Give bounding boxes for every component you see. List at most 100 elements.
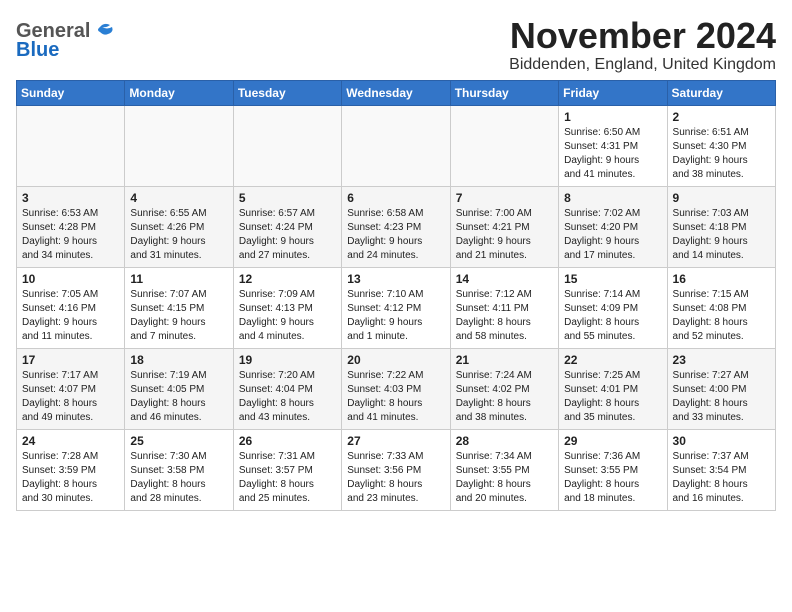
calendar-cell: 2Sunrise: 6:51 AM Sunset: 4:30 PM Daylig… (667, 105, 775, 186)
calendar-cell: 17 Sunrise: 7:17 AM Sunset: 4:07 PM Dayli… (17, 348, 125, 429)
day-info: Sunrise: 7:05 AM Sunset: 4:16 PM Dayligh… (22, 289, 98, 342)
day-number: 7 (456, 191, 553, 205)
calendar-cell: 21 Sunrise: 7:24 AM Sunset: 4:02 PM Dayli… (450, 348, 558, 429)
day-info: Sunrise: 7:02 AM Sunset: 4:20 PM Dayligh… (564, 208, 640, 261)
day-number: 20 (347, 353, 444, 367)
day-number: 3 (22, 191, 119, 205)
day-number: 12 (239, 272, 336, 286)
calendar-cell (125, 105, 233, 186)
calendar-cell: 6 Sunrise: 6:58 AM Sunset: 4:23 PM Daylig… (342, 186, 450, 267)
calendar-cell: 23 Sunrise: 7:27 AM Sunset: 4:00 PM Dayli… (667, 348, 775, 429)
calendar-cell: 19Sunrise: 7:20 AM Sunset: 4:04 PM Dayli… (233, 348, 341, 429)
day-info: Sunrise: 7:30 AM Sunset: 3:58 PM Dayligh… (130, 451, 206, 504)
day-info: Sunrise: 7:33 AM Sunset: 3:56 PM Dayligh… (347, 451, 423, 504)
calendar-week-4: 17 Sunrise: 7:17 AM Sunset: 4:07 PM Dayli… (17, 348, 776, 429)
calendar-cell (450, 105, 558, 186)
day-number: 14 (456, 272, 553, 286)
day-number: 24 (22, 434, 119, 448)
day-info: Sunrise: 7:24 AM Sunset: 4:02 PM Dayligh… (456, 370, 532, 423)
calendar-cell: 20 Sunrise: 7:22 AM Sunset: 4:03 PM Dayli… (342, 348, 450, 429)
day-header-sunday: Sunday (17, 80, 125, 105)
calendar-table: SundayMondayTuesdayWednesdayThursdayFrid… (16, 80, 776, 511)
day-number: 16 (673, 272, 770, 286)
calendar-cell: 27Sunrise: 7:33 AM Sunset: 3:56 PM Dayli… (342, 429, 450, 510)
calendar-cell (17, 105, 125, 186)
calendar-week-3: 10 Sunrise: 7:05 AM Sunset: 4:16 PM Dayli… (17, 267, 776, 348)
header: General Blue November 2024 Biddenden, En… (16, 16, 776, 74)
day-number: 9 (673, 191, 770, 205)
calendar-header-row: SundayMondayTuesdayWednesdayThursdayFrid… (17, 80, 776, 105)
day-header-monday: Monday (125, 80, 233, 105)
day-number: 4 (130, 191, 227, 205)
calendar-cell: 15 Sunrise: 7:14 AM Sunset: 4:09 PM Dayli… (559, 267, 667, 348)
day-number: 23 (673, 353, 770, 367)
day-number: 19 (239, 353, 336, 367)
calendar-cell: 9 Sunrise: 7:03 AM Sunset: 4:18 PM Daylig… (667, 186, 775, 267)
day-info: Sunrise: 7:07 AM Sunset: 4:15 PM Dayligh… (130, 289, 206, 342)
day-number: 15 (564, 272, 661, 286)
logo: General Blue (16, 20, 114, 62)
day-info: Sunrise: 6:57 AM Sunset: 4:24 PM Dayligh… (239, 208, 315, 261)
day-number: 26 (239, 434, 336, 448)
day-info: Sunrise: 7:22 AM Sunset: 4:03 PM Dayligh… (347, 370, 423, 423)
calendar-cell: 26 Sunrise: 7:31 AM Sunset: 3:57 PM Dayli… (233, 429, 341, 510)
day-header-saturday: Saturday (667, 80, 775, 105)
day-number: 8 (564, 191, 661, 205)
day-number: 28 (456, 434, 553, 448)
day-number: 29 (564, 434, 661, 448)
calendar-cell: 11 Sunrise: 7:07 AM Sunset: 4:15 PM Dayli… (125, 267, 233, 348)
calendar-cell: 8 Sunrise: 7:02 AM Sunset: 4:20 PM Daylig… (559, 186, 667, 267)
calendar-cell: 14 Sunrise: 7:12 AM Sunset: 4:11 PM Dayli… (450, 267, 558, 348)
day-number: 18 (130, 353, 227, 367)
month-title: November 2024 (509, 16, 776, 56)
calendar-cell (342, 105, 450, 186)
calendar-cell: 3 Sunrise: 6:53 AM Sunset: 4:28 PM Daylig… (17, 186, 125, 267)
day-info: Sunrise: 7:34 AM Sunset: 3:55 PM Dayligh… (456, 451, 532, 504)
calendar-cell: 7 Sunrise: 7:00 AM Sunset: 4:21 PM Daylig… (450, 186, 558, 267)
logo-bird-icon (92, 22, 114, 42)
day-info: Sunrise: 6:58 AM Sunset: 4:23 PM Dayligh… (347, 208, 423, 261)
day-number: 5 (239, 191, 336, 205)
calendar-cell: 29 Sunrise: 7:36 AM Sunset: 3:55 PM Dayli… (559, 429, 667, 510)
calendar-cell (233, 105, 341, 186)
day-info: Sunrise: 7:36 AM Sunset: 3:55 PM Dayligh… (564, 451, 640, 504)
day-info: Sunrise: 6:50 AM Sunset: 4:31 PM Dayligh… (564, 127, 640, 180)
day-info: Sunrise: 7:17 AM Sunset: 4:07 PM Dayligh… (22, 370, 98, 423)
day-header-friday: Friday (559, 80, 667, 105)
day-info: Sunrise: 6:55 AM Sunset: 4:26 PM Dayligh… (130, 208, 206, 261)
day-info: Sunrise: 7:12 AM Sunset: 4:11 PM Dayligh… (456, 289, 532, 342)
calendar-cell: 12 Sunrise: 7:09 AM Sunset: 4:13 PM Dayli… (233, 267, 341, 348)
calendar-cell: 28 Sunrise: 7:34 AM Sunset: 3:55 PM Dayli… (450, 429, 558, 510)
day-number: 17 (22, 353, 119, 367)
day-number: 21 (456, 353, 553, 367)
calendar-cell: 13Sunrise: 7:10 AM Sunset: 4:12 PM Dayli… (342, 267, 450, 348)
day-info: Sunrise: 7:31 AM Sunset: 3:57 PM Dayligh… (239, 451, 315, 504)
day-number: 22 (564, 353, 661, 367)
day-info: Sunrise: 6:53 AM Sunset: 4:28 PM Dayligh… (22, 208, 98, 261)
day-info: Sunrise: 7:37 AM Sunset: 3:54 PM Dayligh… (673, 451, 749, 504)
day-info: Sunrise: 7:09 AM Sunset: 4:13 PM Dayligh… (239, 289, 315, 342)
day-info: Sunrise: 7:27 AM Sunset: 4:00 PM Dayligh… (673, 370, 749, 423)
day-info: Sunrise: 7:14 AM Sunset: 4:09 PM Dayligh… (564, 289, 640, 342)
day-info: Sunrise: 7:15 AM Sunset: 4:08 PM Dayligh… (673, 289, 749, 342)
calendar-week-2: 3 Sunrise: 6:53 AM Sunset: 4:28 PM Daylig… (17, 186, 776, 267)
calendar-cell: 24 Sunrise: 7:28 AM Sunset: 3:59 PM Dayli… (17, 429, 125, 510)
day-number: 30 (673, 434, 770, 448)
day-info: Sunrise: 7:10 AM Sunset: 4:12 PM Dayligh… (347, 289, 423, 342)
day-info: Sunrise: 7:19 AM Sunset: 4:05 PM Dayligh… (130, 370, 206, 423)
calendar-cell: 4 Sunrise: 6:55 AM Sunset: 4:26 PM Daylig… (125, 186, 233, 267)
day-info: Sunrise: 7:03 AM Sunset: 4:18 PM Dayligh… (673, 208, 749, 261)
calendar-cell: 5 Sunrise: 6:57 AM Sunset: 4:24 PM Daylig… (233, 186, 341, 267)
day-info: Sunrise: 7:28 AM Sunset: 3:59 PM Dayligh… (22, 451, 98, 504)
day-header-wednesday: Wednesday (342, 80, 450, 105)
calendar-cell: 10 Sunrise: 7:05 AM Sunset: 4:16 PM Dayli… (17, 267, 125, 348)
day-info: Sunrise: 7:00 AM Sunset: 4:21 PM Dayligh… (456, 208, 532, 261)
day-number: 10 (22, 272, 119, 286)
calendar-cell: 22Sunrise: 7:25 AM Sunset: 4:01 PM Dayli… (559, 348, 667, 429)
location: Biddenden, England, United Kingdom (509, 56, 776, 74)
calendar-week-5: 24 Sunrise: 7:28 AM Sunset: 3:59 PM Dayli… (17, 429, 776, 510)
day-number: 6 (347, 191, 444, 205)
day-number: 2 (673, 110, 770, 124)
day-number: 11 (130, 272, 227, 286)
day-header-tuesday: Tuesday (233, 80, 341, 105)
